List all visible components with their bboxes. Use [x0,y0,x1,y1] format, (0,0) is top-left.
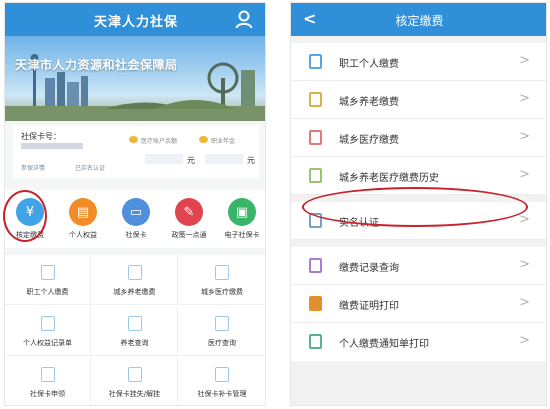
chevron-right-icon: > [519,53,530,68]
grid-pension-icon [128,316,142,331]
chevron-right-icon: > [519,257,530,272]
grid-doc-icon [41,265,55,280]
quick-label-2[interactable]: 社保卡 [108,230,164,240]
grid-label: 社保卡补卡管理 [197,390,247,398]
chevron-right-icon: > [519,91,530,106]
banner-text: 天津市人力资源和社会保障局 [15,58,178,72]
grid-item[interactable]: 城乡医疗缴费 [179,255,265,305]
list-item[interactable]: 城乡养老缴费 > [291,81,546,119]
grid-item[interactable]: 社保卡补卡管理 [179,357,265,405]
grid-hospital-icon [215,316,229,331]
highlight-ellipse [302,187,528,227]
grid-label: 城乡养老缴费 [113,288,156,296]
grid-label: 个人权益记录单 [23,339,72,347]
medical-yuan: 元 [187,156,195,165]
list-item-label: 城乡养老医疗缴费历史 [339,173,439,184]
pension-label: 职业年金 [211,138,236,145]
pension-coin-icon [199,136,208,143]
card-number-masked [21,143,83,149]
list-item-label: 职工个人缴费 [339,59,399,70]
grid-lock-icon [128,367,142,382]
notice-print-icon [309,334,322,349]
grid-medical-icon [215,265,229,280]
grid-label: 养老查询 [120,339,149,347]
app-title: 天津人力社保 [93,15,178,30]
verified-status: 已实名认证 [75,165,106,172]
chevron-right-icon: > [519,212,530,227]
grid-apply-icon [41,367,55,382]
app-header: 天津人力社保 [5,3,265,36]
grid-item[interactable]: 医疗查询 [179,306,265,356]
pen-icon[interactable]: ✎ [175,198,203,226]
city-banner: 天津市人力资源和社会保障局 [5,36,265,121]
grid-reissue-icon [215,367,229,382]
pension-amount-masked [205,154,243,164]
grid-item[interactable]: 养老查询 [92,306,178,356]
pension-pay-icon [309,92,322,107]
list-item-label: 缴费记录查询 [339,263,399,274]
chevron-right-icon: > [519,167,530,182]
quick-label-1[interactable]: 个人权益 [55,230,111,240]
list-item-label: 城乡医疗缴费 [339,135,399,146]
employee-pay-icon [309,54,322,69]
grid-label: 社保卡申领 [30,390,65,398]
skyline-illustration [5,54,265,121]
quick-label-4[interactable]: 电子社保卡 [214,230,265,240]
card-icon[interactable]: ▭ [122,198,150,226]
history-icon [309,168,322,183]
page-header: < 核定缴费 [291,3,546,36]
chevron-right-icon: > [519,295,530,310]
medical-amount-masked [145,154,183,164]
grid-label: 城乡医疗缴费 [201,288,243,296]
pension-yuan: 元 [247,156,255,165]
chevron-right-icon: > [519,129,530,144]
document-icon[interactable]: ▤ [69,198,97,226]
grid-house-icon [128,265,142,280]
grid-label: 社保卡挂失/解挂 [108,390,161,398]
grid-item[interactable]: 职工个人缴费 [5,255,91,305]
grid-item[interactable]: 个人权益记录单 [5,306,91,356]
list-item[interactable]: 个人缴费通知单打印 > [291,323,546,361]
grid-item[interactable]: 城乡养老缴费 [92,255,178,305]
list-item-label: 城乡养老缴费 [339,97,399,108]
grid-label: 医疗查询 [208,339,236,347]
medical-pay-icon [309,130,322,145]
medical-balance-label: 医疗账户余额 [141,138,178,145]
detail-link[interactable]: 参保详情 [21,163,45,172]
quick-label-3[interactable]: 政策一点通 [161,230,217,240]
record-query-icon [309,258,322,273]
list-item-label: 个人缴费通知单打印 [339,339,429,350]
social-card-panel: 社保卡号： 参保详情 已实名认证 医疗账户余额 元 职业年金 元 [13,126,259,178]
grid-record-icon [41,316,55,331]
list-item[interactable]: 缴费证明打印 > [291,285,546,323]
print-icon [309,296,322,311]
section-gap [291,240,546,247]
service-grid: 职工个人缴费 城乡养老缴费 城乡医疗缴费 个人权益记录单 养老查询 医疗查询 社… [5,255,265,405]
page-title: 核定缴费 [395,14,444,28]
highlight-ellipse [3,190,47,242]
grid-label: 职工个人缴费 [26,288,69,296]
grid-item[interactable]: 社保卡挂失/解挂 [92,357,178,405]
ecard-icon[interactable]: ▣ [228,198,256,226]
list-item[interactable]: 职工个人缴费 > [291,43,546,81]
chevron-right-icon: > [519,333,530,348]
list-item[interactable]: 缴费记录查询 > [291,247,546,285]
list-item-label: 缴费证明打印 [339,301,399,312]
user-icon[interactable] [235,10,253,29]
card-number-label: 社保卡号： [21,132,61,141]
list-item[interactable]: 城乡医疗缴费 > [291,119,546,157]
grid-item[interactable]: 社保卡申领 [5,357,91,405]
medical-coin-icon [129,136,138,143]
